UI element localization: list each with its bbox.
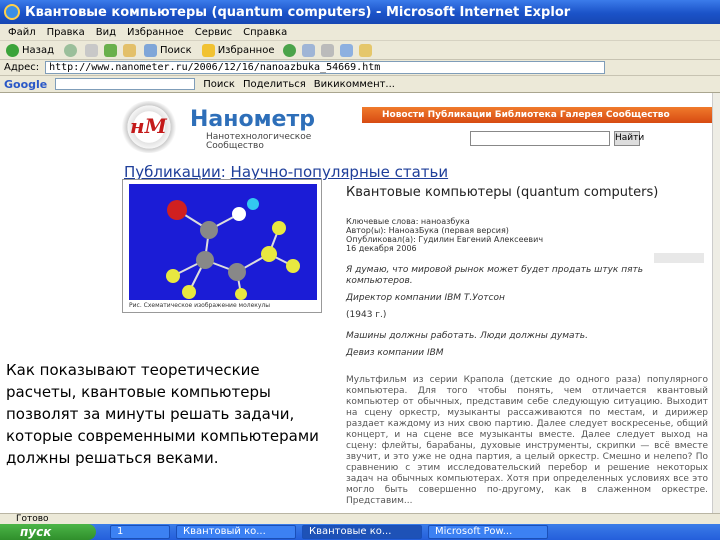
vertical-scrollbar[interactable] — [712, 93, 720, 513]
article-published-by[interactable]: Опубликовал(а): Гудилин Евгений Алексеев… — [346, 235, 543, 244]
menu-help[interactable]: Справка — [243, 27, 287, 38]
taskbar-item-powerpoint[interactable]: Microsoft Pow... — [428, 525, 548, 539]
molecule-figure: Рис. Схематическое изображение молекулы — [122, 179, 322, 313]
site-header: нМ Нанометр Нанотехнологическое Сообщест… — [120, 101, 370, 153]
address-input[interactable]: http://www.nanometer.ru/2006/12/16/nanoa… — [45, 61, 606, 74]
google-share-button[interactable]: Поделиться — [243, 79, 306, 90]
toolbar: Назад Поиск Избранное — [0, 41, 720, 60]
taskbar-item-ie-1[interactable]: Квантовый ко... — [176, 525, 296, 539]
molecule-image — [129, 184, 317, 300]
quote-2-author: Девиз компании IBM — [346, 348, 444, 358]
google-toolbar: Google Поиск Поделиться Викикоммент... — [0, 76, 720, 93]
article-body: Мультфильм из серии Крапола (детские до … — [346, 375, 708, 506]
back-button[interactable]: Назад — [4, 43, 56, 57]
site-search-input[interactable] — [470, 131, 610, 146]
overlay-caption: Как показывают теоретические расчеты, кв… — [0, 351, 340, 513]
article-meta: Ключевые слова: наноазбука Автор(ы): Нан… — [346, 217, 543, 253]
menu-edit[interactable]: Правка — [47, 27, 85, 38]
folder-icon[interactable] — [358, 43, 372, 57]
site-logo-mark: нМ — [130, 114, 167, 138]
quote-1-author: Директор компании IBM Т.Уотсон — [346, 293, 505, 303]
taskbar-item-folder[interactable]: 1 — [110, 525, 170, 539]
menu-bar: Файл Правка Вид Избранное Сервис Справка — [0, 24, 720, 41]
taskbar-item-ie-2[interactable]: Квантовые ко... — [302, 525, 422, 539]
quote-2: Машины должны работать. Люди должны дума… — [346, 331, 588, 341]
start-button[interactable]: пуск — [0, 524, 96, 540]
print-icon[interactable] — [320, 43, 334, 57]
page-content: нМ Нанометр Нанотехнологическое Сообщест… — [0, 93, 720, 513]
language-flags-icon[interactable] — [654, 253, 704, 263]
article-keywords[interactable]: Ключевые слова: наноазбука — [346, 217, 543, 226]
molecule-caption: Рис. Схематическое изображение молекулы — [129, 302, 271, 309]
quote-1-year: (1943 г.) — [346, 310, 387, 320]
forward-button[interactable] — [62, 43, 79, 57]
status-bar: Готово — [0, 513, 720, 524]
back-arrow-icon — [6, 43, 19, 57]
site-name[interactable]: Нанометр — [190, 107, 315, 132]
search-icon — [144, 43, 158, 57]
article-date: 16 декабря 2006 — [346, 244, 417, 253]
address-bar: Адрес: http://www.nanometer.ru/2006/12/1… — [0, 60, 720, 76]
forward-arrow-icon — [64, 43, 78, 57]
google-search-input[interactable] — [55, 78, 196, 90]
site-tagline: Нанотехнологическое Сообщество — [206, 132, 312, 151]
refresh-icon[interactable] — [104, 43, 118, 57]
menu-view[interactable]: Вид — [96, 27, 116, 38]
home-icon[interactable] — [123, 43, 137, 57]
quote-1: Я думаю, что мировой рынок может будет п… — [346, 265, 644, 286]
stop-icon[interactable] — [85, 43, 99, 57]
history-icon[interactable] — [282, 43, 296, 57]
top-nav-bar[interactable]: Новости Публикации Библиотека Галерея Со… — [362, 107, 720, 123]
google-search-button[interactable]: Поиск — [203, 79, 235, 90]
window-title: Квантовые компьютеры (quantum computers)… — [25, 4, 571, 20]
site-search-button[interactable]: Найти — [614, 131, 644, 146]
menu-tools[interactable]: Сервис — [195, 27, 232, 38]
star-icon — [201, 43, 215, 57]
favorites-button[interactable]: Избранное — [200, 43, 277, 57]
google-logo: Google — [4, 77, 48, 91]
google-wikicomment-button[interactable]: Викикоммент... — [314, 79, 395, 90]
article-authors[interactable]: Автор(ы): НаноазБука (первая версия) — [346, 226, 543, 235]
address-label: Адрес: — [4, 62, 40, 73]
article-quotes: Я думаю, что мировой рынок может будет п… — [346, 265, 706, 359]
menu-favorites[interactable]: Избранное — [127, 27, 184, 38]
article-title: Квантовые компьютеры (quantum computers) — [346, 185, 659, 200]
edit-icon[interactable] — [339, 43, 353, 57]
search-button[interactable]: Поиск — [142, 43, 194, 57]
menu-file[interactable]: Файл — [8, 27, 36, 38]
window-titlebar[interactable]: Квантовые компьютеры (quantum computers)… — [0, 0, 720, 24]
taskbar: пуск 1 Квантовый ко... Квантовые ко... M… — [0, 524, 720, 540]
mail-icon[interactable] — [301, 43, 315, 57]
ie-icon — [4, 4, 20, 20]
